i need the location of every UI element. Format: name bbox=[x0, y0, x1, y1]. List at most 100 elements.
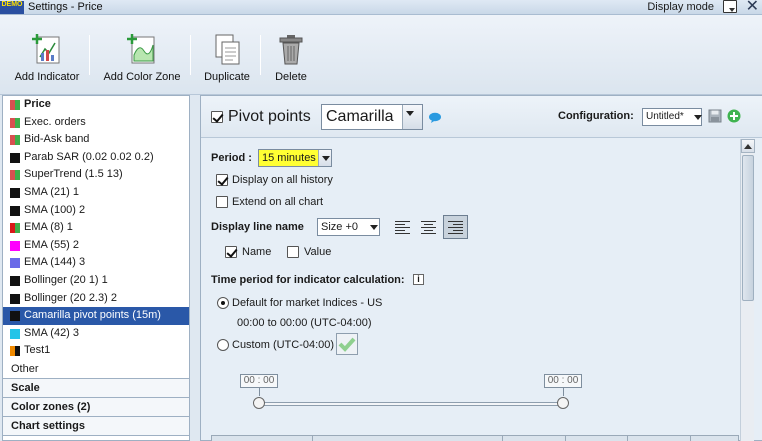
indicator-item-label: SMA (42) 3 bbox=[24, 326, 80, 339]
settings-panel: Pivot points Camarilla Configuration: Un… bbox=[200, 95, 762, 441]
indicator-item[interactable]: SMA (21) 1 bbox=[3, 184, 189, 202]
pivot-type-select[interactable]: Camarilla bbox=[321, 104, 423, 130]
settings-scrollbar[interactable] bbox=[740, 139, 755, 441]
indicator-item[interactable]: Bid-Ask band bbox=[3, 131, 189, 149]
show-name-label: Name bbox=[242, 246, 272, 258]
add-indicator-icon bbox=[32, 34, 60, 64]
indicator-item[interactable]: Price bbox=[3, 96, 189, 114]
demo-logo-text: DEMO bbox=[1, 1, 23, 8]
indicator-item-label: Parab SAR (0.02 0.02 0.2) bbox=[24, 150, 154, 163]
custom-period-radio[interactable] bbox=[217, 339, 229, 351]
color-swatch bbox=[10, 205, 20, 216]
time-end-handle[interactable] bbox=[557, 397, 569, 409]
size-select[interactable]: Size +0 bbox=[317, 218, 380, 236]
indicator-item[interactable]: EMA (144) 3 bbox=[3, 254, 189, 272]
indicator-item-label: Exec. orders bbox=[24, 115, 86, 128]
time-start-value: 00 : 00 bbox=[243, 375, 275, 386]
show-value-checkbox[interactable] bbox=[287, 246, 299, 258]
indicator-item-label: SMA (21) 1 bbox=[24, 185, 80, 198]
duplicate-label: Duplicate bbox=[204, 71, 250, 83]
chevron-down-icon bbox=[367, 219, 379, 235]
indicator-item[interactable]: SuperTrend (1.5 13) bbox=[3, 166, 189, 184]
duplicate-icon bbox=[215, 34, 240, 65]
other-item[interactable]: Other bbox=[3, 360, 189, 379]
trash-icon bbox=[279, 35, 303, 65]
comment-icon[interactable] bbox=[428, 112, 442, 124]
color-swatch bbox=[10, 170, 20, 181]
period-value: 15 minutes bbox=[262, 152, 316, 164]
color-swatch bbox=[10, 135, 20, 146]
checkmark-icon bbox=[338, 337, 356, 352]
indicator-item[interactable]: Bollinger (20 1) 1 bbox=[3, 272, 189, 290]
indicator-item-label: Price bbox=[24, 98, 51, 110]
color-swatch bbox=[10, 275, 20, 286]
default-period-radio[interactable] bbox=[217, 297, 229, 309]
extend-all-chart-label: Extend on all chart bbox=[232, 196, 324, 208]
color-swatch bbox=[10, 240, 20, 251]
add-indicator-button[interactable]: Add Indicator bbox=[14, 33, 80, 83]
indicator-item[interactable]: EMA (55) 2 bbox=[3, 237, 189, 255]
default-period-label: Default for market Indices - US bbox=[232, 297, 383, 309]
display-all-history-checkbox[interactable] bbox=[216, 174, 228, 186]
duplicate-button[interactable]: Duplicate bbox=[202, 33, 252, 83]
display-line-name-label: Display line name bbox=[211, 221, 304, 233]
custom-period-confirm-button[interactable] bbox=[336, 333, 358, 355]
add-color-zone-icon bbox=[127, 34, 155, 64]
indicator-enabled-checkbox[interactable] bbox=[211, 111, 223, 123]
add-configuration-icon[interactable] bbox=[727, 109, 741, 123]
indicator-item-label: Bollinger (20 2.3) 2 bbox=[24, 291, 117, 304]
indicator-item[interactable]: Camarilla pivot points (15m) bbox=[3, 307, 189, 325]
indicator-list: Price Exec. orders Bid-Ask band Parab SAR (… bbox=[3, 96, 189, 360]
chevron-down-icon bbox=[691, 109, 702, 125]
display-all-history-label: Display on all history bbox=[232, 174, 333, 186]
info-icon[interactable]: i bbox=[413, 274, 424, 285]
configuration-select[interactable]: Untitled* bbox=[642, 108, 702, 126]
time-start-connector bbox=[259, 388, 260, 396]
indicator-item[interactable]: SMA (42) 3 bbox=[3, 325, 189, 343]
time-start-field[interactable]: 00 : 00 bbox=[240, 374, 278, 388]
add-color-zone-button[interactable]: Add Color Zone bbox=[102, 33, 182, 83]
indicator-item[interactable]: Parab SAR (0.02 0.02 0.2) bbox=[3, 149, 189, 167]
delete-button[interactable]: Delete bbox=[272, 33, 310, 83]
show-name-checkbox[interactable] bbox=[225, 246, 237, 258]
demo-logo: DEMO bbox=[0, 1, 24, 14]
save-icon[interactable] bbox=[708, 109, 722, 123]
window-title: Settings - Price bbox=[28, 1, 103, 13]
section-scale[interactable]: Scale bbox=[3, 378, 189, 398]
color-swatch bbox=[10, 152, 20, 163]
display-mode-label[interactable]: Display mode bbox=[647, 0, 714, 15]
levels-table-header bbox=[211, 435, 739, 441]
add-indicator-label: Add Indicator bbox=[14, 71, 80, 83]
color-swatch bbox=[10, 293, 20, 304]
scrollbar-thumb[interactable] bbox=[742, 155, 754, 301]
align-center-button[interactable] bbox=[418, 217, 440, 239]
display-mode-icon[interactable] bbox=[723, 0, 737, 13]
indicator-item[interactable]: Exec. orders bbox=[3, 114, 189, 132]
custom-period-label: Custom (UTC-04:00) bbox=[232, 339, 335, 351]
align-left-button[interactable] bbox=[392, 217, 414, 239]
indicator-header: Pivot points Camarilla Configuration: Un… bbox=[201, 96, 762, 138]
time-range-track[interactable] bbox=[259, 402, 564, 406]
indicator-item[interactable]: Test1 bbox=[3, 342, 189, 360]
align-right-button[interactable] bbox=[443, 215, 468, 239]
scroll-up-icon[interactable] bbox=[741, 139, 755, 153]
close-icon[interactable]: ✕ bbox=[746, 0, 759, 15]
indicator-item[interactable]: SMA (100) 2 bbox=[3, 202, 189, 220]
color-swatch bbox=[10, 117, 20, 128]
color-swatch bbox=[10, 311, 20, 322]
indicator-item[interactable]: Bollinger (20 2.3) 2 bbox=[3, 290, 189, 308]
indicator-item-label: Bid-Ask band bbox=[24, 133, 90, 146]
indicator-item-label: SMA (100) 2 bbox=[24, 203, 86, 216]
section-color-zones[interactable]: Color zones (2) bbox=[3, 397, 189, 417]
indicator-item[interactable]: EMA (8) 1 bbox=[3, 219, 189, 237]
show-value-label: Value bbox=[304, 246, 332, 258]
pivot-type-value: Camarilla bbox=[326, 108, 394, 125]
size-value: Size +0 bbox=[321, 221, 358, 233]
section-chart-settings[interactable]: Chart settings bbox=[3, 416, 189, 436]
chevron-down-icon bbox=[318, 150, 331, 166]
time-start-handle[interactable] bbox=[253, 397, 265, 409]
period-select[interactable]: 15 minutes bbox=[258, 149, 332, 167]
extend-all-chart-checkbox[interactable] bbox=[216, 196, 228, 208]
time-end-field[interactable]: 00 : 00 bbox=[544, 374, 582, 388]
settings-form: Period : 15 minutes Display on all histo… bbox=[201, 139, 739, 441]
